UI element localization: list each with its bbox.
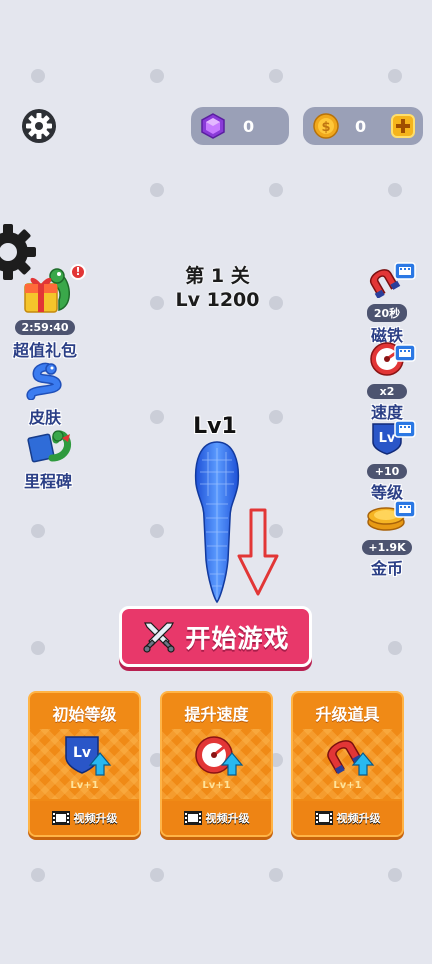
background-dot: [31, 641, 45, 655]
gem-icon: [201, 113, 225, 139]
card-level: Lv+1: [70, 780, 99, 791]
level-label: Lv 1200: [175, 289, 260, 311]
speedometer-up-icon: [195, 736, 244, 776]
magnet-booster-button[interactable]: 20秒 磁铁: [358, 262, 416, 346]
stage-label: 第 1 关: [185, 265, 250, 287]
svg-text:$: $: [321, 120, 330, 135]
milestone-book-icon: [27, 430, 71, 463]
background-dot: [150, 410, 164, 424]
background-dot: [150, 69, 164, 83]
card-title: 提升速度: [184, 705, 249, 724]
start-game-button[interactable]: 开始游戏: [119, 606, 312, 667]
background-dot: [388, 183, 402, 197]
upgrade-card-initial-level[interactable]: 初始等级 Lv Lv+1 视频升级: [28, 691, 141, 837]
speed-badge: x2: [367, 384, 407, 399]
speed-booster-button[interactable]: x2 速度: [358, 340, 416, 423]
background-dot: [150, 524, 164, 538]
plus-icon: [396, 119, 410, 133]
notification-badge: !: [70, 264, 86, 280]
card-title: 升级道具: [315, 705, 380, 724]
video-upgrade-button[interactable]: 视频升级: [293, 801, 402, 835]
gift-timer: 2:59:40: [15, 320, 75, 335]
arrow-down-icon: [237, 508, 279, 596]
background-dot: [269, 69, 283, 83]
coin-booster-label: 金币: [370, 559, 403, 578]
background-dot: [31, 868, 45, 882]
background-dot: [388, 69, 402, 83]
skin-button[interactable]: 皮肤: [14, 362, 76, 428]
level-info: 第 1 关 Lv 1200: [150, 264, 285, 312]
background-dot: [388, 641, 402, 655]
film-icon: [183, 811, 202, 825]
card-level: Lv+1: [202, 780, 231, 791]
crossed-swords-icon: [143, 621, 176, 653]
magnet-up-icon: [327, 740, 375, 776]
gift-pack-label: 超值礼包: [12, 341, 77, 360]
card-title: 初始等级: [52, 705, 117, 724]
coin-booster-badge: +1.9K: [362, 540, 412, 555]
milestone-label: 里程碑: [23, 472, 72, 491]
coin-icon: $: [313, 113, 339, 139]
video-ad-icon: [394, 344, 416, 362]
card-shield-text: Lv: [73, 745, 91, 761]
film-icon: [51, 811, 70, 825]
background-dot: [269, 183, 283, 197]
video-upgrade-label: 视频升级: [205, 812, 250, 825]
settings-button[interactable]: [21, 108, 57, 144]
magnet-badge: 20秒: [367, 304, 407, 322]
level-shield-up-icon: Lv: [65, 736, 112, 776]
video-upgrade-label: 视频升级: [73, 812, 118, 825]
start-game-label: 开始游戏: [185, 623, 290, 653]
coin-counter: $ 0: [303, 107, 423, 145]
video-upgrade-button[interactable]: 视频升级: [30, 801, 139, 835]
background-dot: [150, 868, 164, 882]
video-upgrade-button[interactable]: 视频升级: [162, 801, 271, 835]
gift-snake-icon: [24, 268, 70, 313]
level-badge: +10: [367, 464, 407, 479]
settings-gear-icon: [22, 109, 56, 143]
background-dot: [31, 524, 45, 538]
snake-level-label: Lv1: [193, 414, 237, 439]
upgrade-card-speed[interactable]: 提升速度 Lv+1 视频升级: [160, 691, 273, 837]
level-booster-button[interactable]: Lv +10 等级: [358, 420, 416, 503]
background-dot: [388, 868, 402, 882]
gem-counter: 0: [191, 107, 289, 145]
video-ad-icon: [394, 262, 416, 280]
gem-count: 0: [243, 116, 255, 136]
video-ad-icon: [394, 500, 416, 518]
milestone-button[interactable]: 里程碑: [14, 424, 82, 492]
video-upgrade-label: 视频升级: [336, 812, 381, 825]
coin-count: 0: [355, 116, 367, 136]
upgrade-card-item[interactable]: 升级道具 Lv+1 视频升级: [291, 691, 404, 837]
film-icon: [314, 811, 333, 825]
coin-booster-button[interactable]: +1.9K 金币: [356, 500, 418, 579]
add-coins-button[interactable]: [391, 114, 415, 138]
video-ad-icon: [394, 420, 416, 438]
gift-pack-button[interactable]: ! 2:59:40 超值礼包: [6, 262, 86, 361]
background-dot: [269, 868, 283, 882]
background-dot: [31, 69, 45, 83]
background-dot: [269, 410, 283, 424]
card-level: Lv+1: [333, 780, 362, 791]
blue-snake-icon: [26, 362, 62, 401]
background-dot: [150, 183, 164, 197]
